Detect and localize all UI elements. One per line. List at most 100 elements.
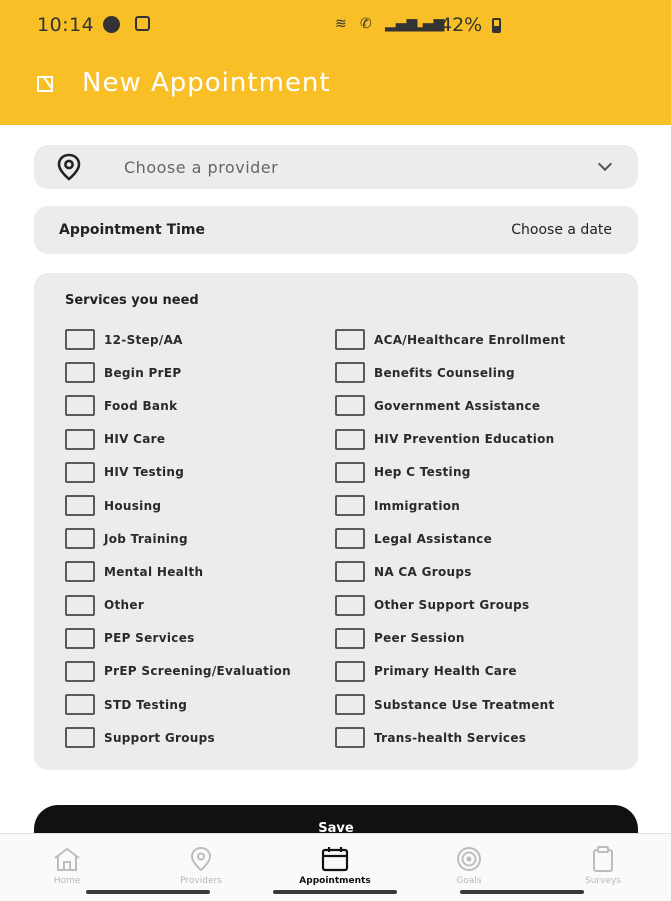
- battery-percent: 42%: [440, 14, 483, 36]
- service-label: Mental Health: [104, 564, 204, 579]
- service-option[interactable]: PEP Services: [65, 622, 291, 655]
- checkbox[interactable]: [335, 660, 365, 682]
- checkbox[interactable]: [65, 660, 95, 682]
- service-label: Substance Use Treatment: [374, 697, 555, 712]
- service-option[interactable]: Substance Use Treatment: [335, 688, 565, 721]
- service-label: Food Bank: [104, 398, 178, 413]
- checkbox[interactable]: [65, 428, 95, 450]
- checkbox[interactable]: [65, 627, 95, 649]
- service-option[interactable]: Primary Health Care: [335, 655, 565, 688]
- service-label: Immigration: [374, 498, 461, 513]
- checkbox[interactable]: [335, 461, 365, 483]
- status-time: 10:14: [37, 14, 95, 36]
- checkbox[interactable]: [65, 461, 95, 483]
- checkbox[interactable]: [335, 627, 365, 649]
- location-pin-icon: [190, 846, 212, 872]
- wifi-icon: ≋: [335, 16, 347, 32]
- service-label: HIV Care: [104, 432, 166, 447]
- services-panel: Services you need 12-Step/AA Begin PrEP Fo…: [34, 273, 638, 770]
- checkbox[interactable]: [65, 561, 95, 583]
- checkbox[interactable]: [65, 329, 95, 351]
- tab-home[interactable]: Home: [0, 834, 134, 894]
- tab-surveys[interactable]: Surveys: [536, 834, 670, 894]
- service-label: ACA/Healthcare Enrollment: [374, 332, 566, 347]
- service-option[interactable]: HIV Prevention Education: [335, 423, 565, 456]
- service-label: Benefits Counseling: [374, 365, 515, 380]
- service-label: 12-Step/AA: [104, 332, 183, 347]
- checkbox[interactable]: [335, 694, 365, 716]
- service-option[interactable]: Support Groups: [65, 721, 291, 754]
- nav-gesture-bar-right: [460, 890, 584, 894]
- appointment-time-row[interactable]: Appointment Time Choose a date: [34, 206, 638, 254]
- service-label: STD Testing: [104, 697, 188, 712]
- service-label: Housing: [104, 498, 162, 513]
- service-option[interactable]: Peer Session: [335, 622, 565, 655]
- chevron-down-icon: [597, 156, 613, 172]
- service-label: Legal Assistance: [374, 531, 493, 546]
- checkbox[interactable]: [65, 727, 95, 749]
- page-title: New Appointment: [82, 68, 331, 98]
- service-option[interactable]: HIV Care: [65, 423, 291, 456]
- service-option[interactable]: Other Support Groups: [335, 589, 565, 622]
- service-option[interactable]: Government Assistance: [335, 389, 565, 422]
- provider-placeholder: Choose a provider: [124, 158, 279, 177]
- checkbox[interactable]: [335, 395, 365, 417]
- service-label: PEP Services: [104, 631, 195, 646]
- tab-appointments[interactable]: Appointments: [268, 834, 402, 894]
- provider-select[interactable]: Choose a provider: [34, 145, 638, 189]
- checkbox[interactable]: [65, 528, 95, 550]
- service-option[interactable]: Job Training: [65, 522, 291, 555]
- tab-surveys-label: Surveys: [585, 876, 621, 886]
- tab-providers[interactable]: Providers: [134, 834, 268, 894]
- call-icon: ✆: [360, 16, 372, 32]
- app-notification-icon: [135, 16, 150, 31]
- calendar-icon: [321, 847, 349, 872]
- service-option[interactable]: Food Bank: [65, 389, 291, 422]
- service-label: Primary Health Care: [374, 664, 517, 679]
- checkbox[interactable]: [65, 495, 95, 517]
- checkbox[interactable]: [335, 329, 365, 351]
- checkbox[interactable]: [335, 727, 365, 749]
- service-option[interactable]: Other: [65, 589, 291, 622]
- service-label: PrEP Screening/Evaluation: [104, 664, 292, 679]
- checkbox[interactable]: [335, 428, 365, 450]
- service-label: Peer Session: [374, 631, 465, 646]
- service-option[interactable]: ACA/Healthcare Enrollment: [335, 323, 565, 356]
- service-option[interactable]: STD Testing: [65, 688, 291, 721]
- service-option[interactable]: Benefits Counseling: [335, 356, 565, 389]
- service-label: Other: [104, 598, 145, 613]
- date-picker-link[interactable]: Choose a date: [511, 222, 612, 238]
- service-option[interactable]: Housing: [65, 489, 291, 522]
- back-icon[interactable]: [37, 76, 53, 92]
- notification-icon: [103, 16, 120, 33]
- target-icon: [457, 847, 481, 871]
- clipboard-icon: [593, 846, 613, 872]
- tab-appointments-label: Appointments: [299, 876, 371, 886]
- service-option[interactable]: HIV Testing: [65, 456, 291, 489]
- service-label: Government Assistance: [374, 398, 541, 413]
- service-option[interactable]: Mental Health: [65, 555, 291, 588]
- checkbox[interactable]: [335, 528, 365, 550]
- service-option[interactable]: NA CA Groups: [335, 555, 565, 588]
- service-option[interactable]: Immigration: [335, 489, 565, 522]
- checkbox[interactable]: [65, 362, 95, 384]
- service-option[interactable]: 12-Step/AA: [65, 323, 291, 356]
- service-option[interactable]: Legal Assistance: [335, 522, 565, 555]
- checkbox[interactable]: [65, 694, 95, 716]
- service-option[interactable]: Hep C Testing: [335, 456, 565, 489]
- service-label: HIV Testing: [104, 465, 185, 480]
- service-option[interactable]: PrEP Screening/Evaluation: [65, 655, 291, 688]
- app-header: 10:14 ≋ ✆ ▂▄▆ ▂▄▆ 42% New Appointment: [0, 0, 671, 125]
- service-option[interactable]: Begin PrEP: [65, 356, 291, 389]
- checkbox[interactable]: [335, 594, 365, 616]
- nav-gesture-bar-center[interactable]: [273, 890, 397, 894]
- service-label: Support Groups: [104, 730, 215, 745]
- tab-goals[interactable]: Goals: [402, 834, 536, 894]
- checkbox[interactable]: [335, 362, 365, 384]
- service-option[interactable]: Trans-health Services: [335, 721, 565, 754]
- checkbox[interactable]: [335, 495, 365, 517]
- checkbox[interactable]: [335, 561, 365, 583]
- tab-providers-label: Providers: [180, 876, 222, 886]
- checkbox[interactable]: [65, 395, 95, 417]
- checkbox[interactable]: [65, 594, 95, 616]
